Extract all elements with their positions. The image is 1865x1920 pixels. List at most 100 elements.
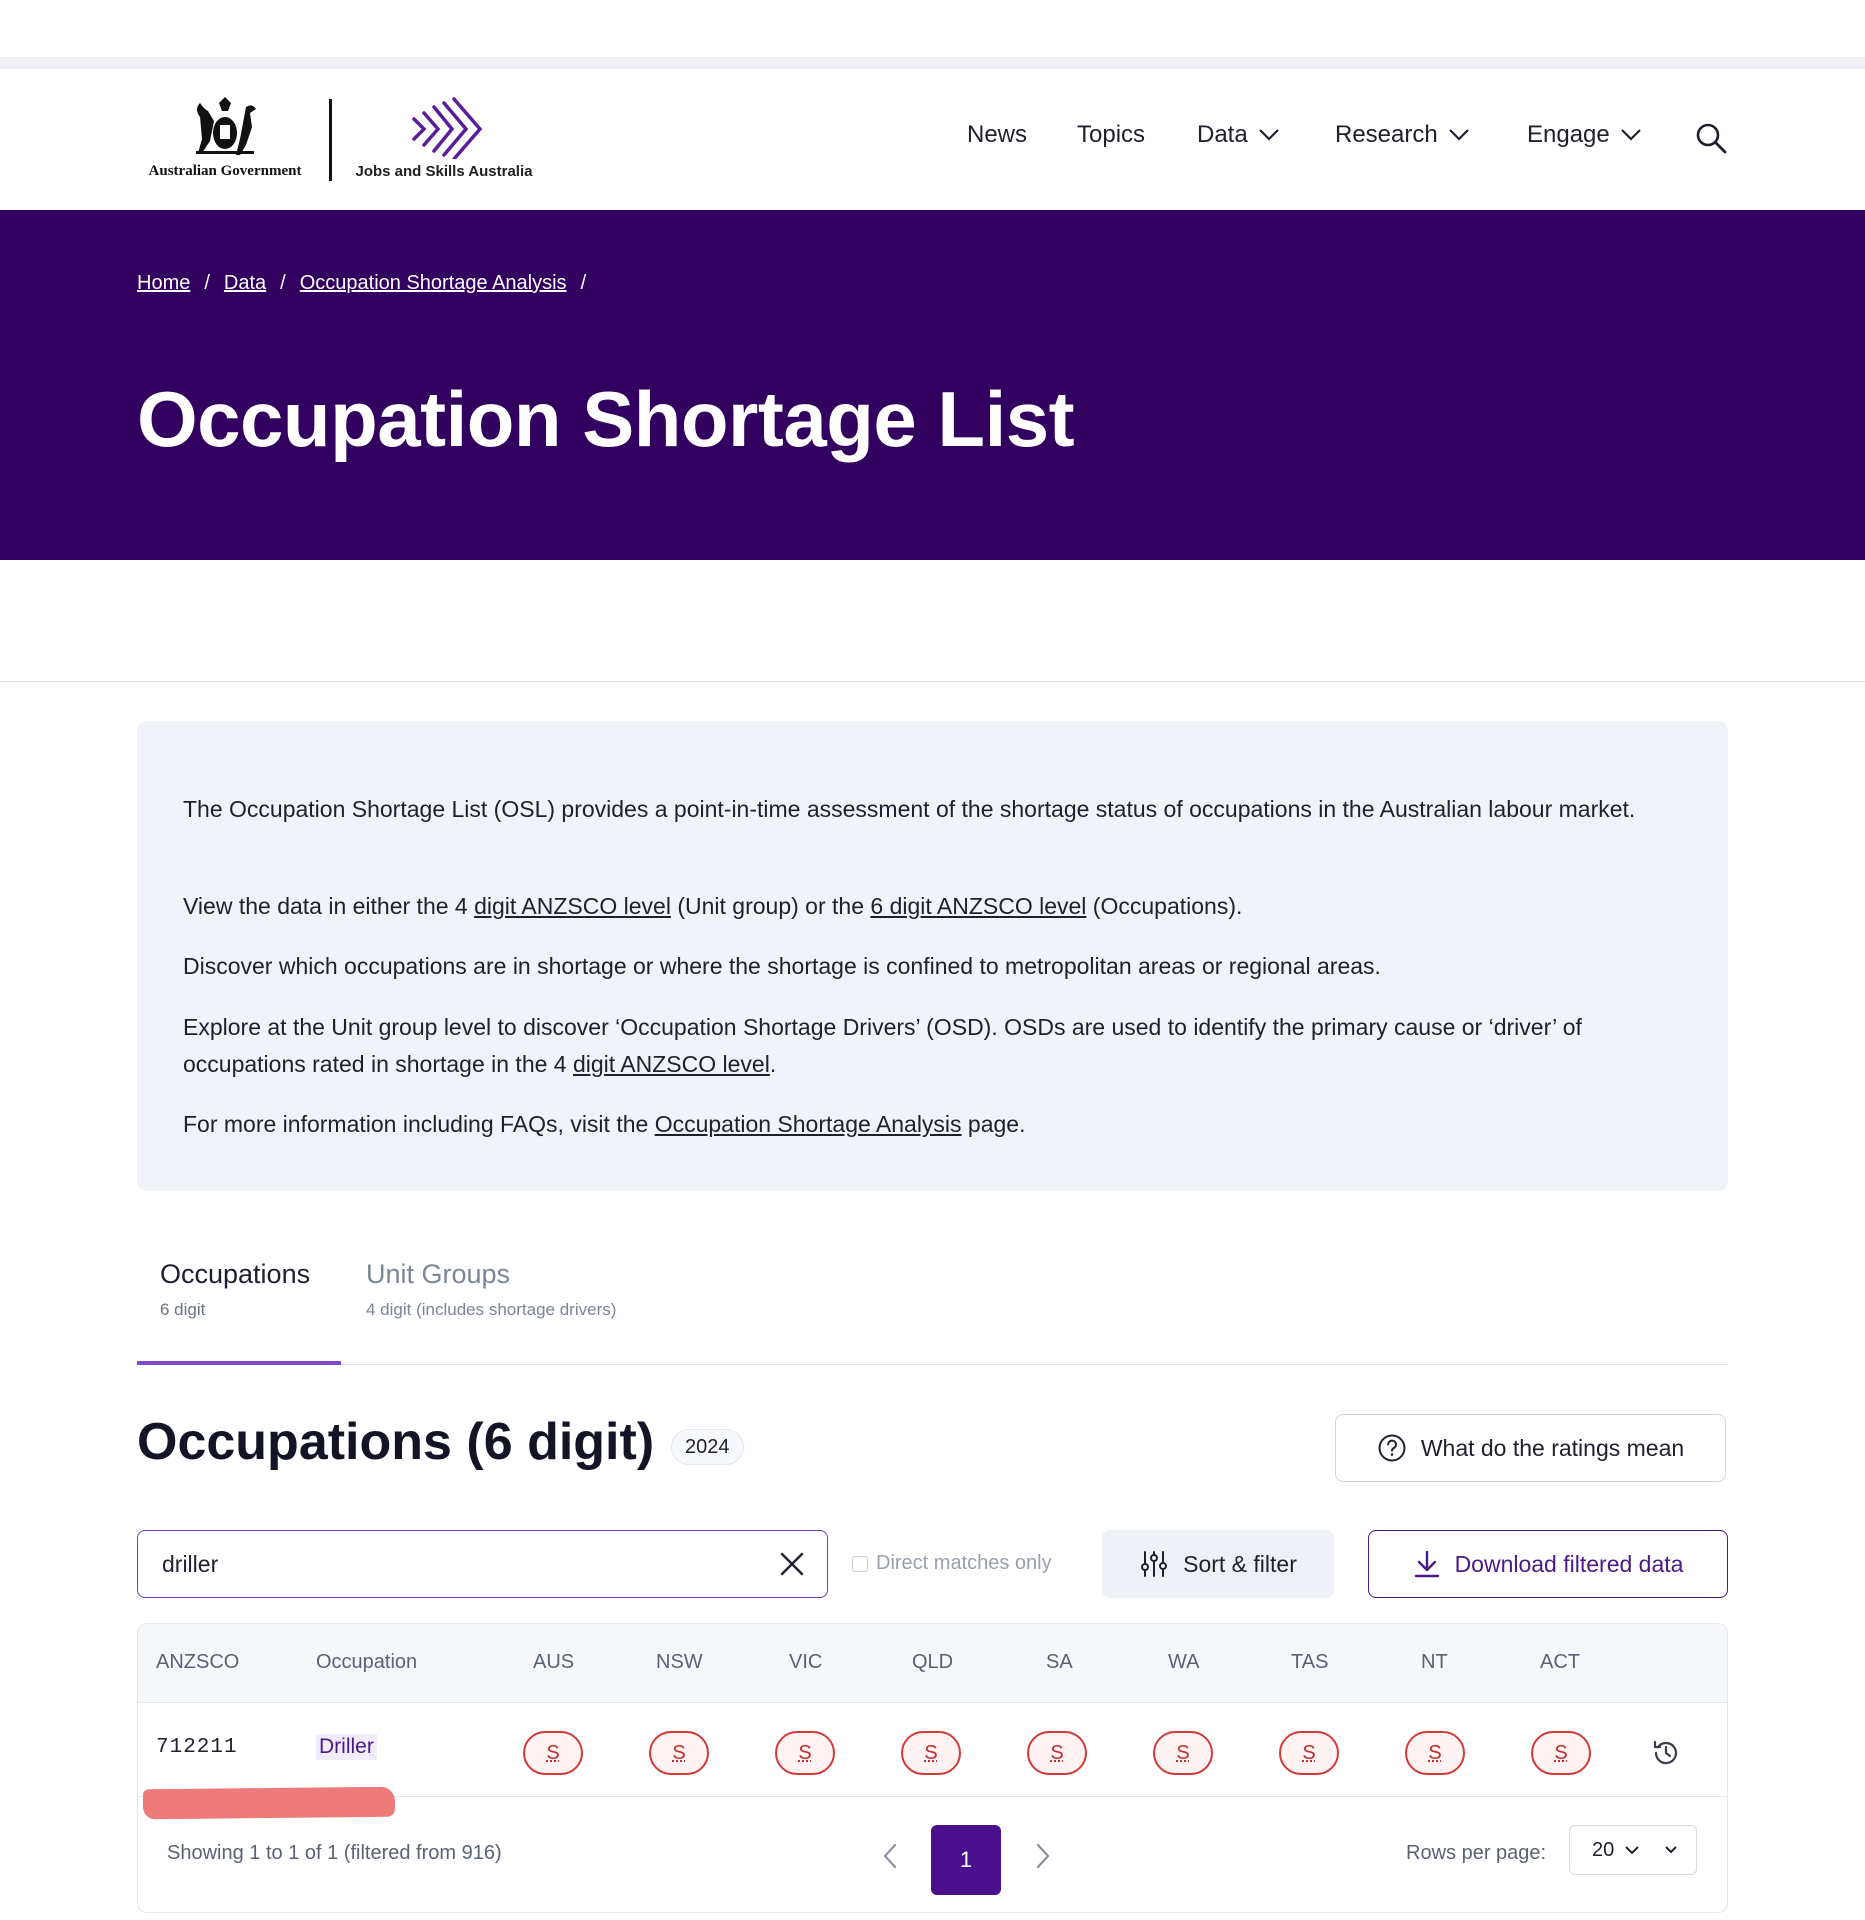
chevron-down-icon	[1448, 129, 1469, 141]
tab-occupations[interactable]: Occupations 6 digit	[160, 1259, 310, 1320]
nav-topics[interactable]: Topics	[1077, 121, 1145, 149]
link-occupation-shortage-analysis[interactable]: Occupation Shortage Analysis	[655, 1111, 962, 1137]
table-row: 712211 Driller S S S S S S S S S	[138, 1702, 1727, 1820]
search-icon[interactable]	[1694, 121, 1728, 155]
column-header-anzsco[interactable]: ANZSCO	[156, 1651, 239, 1674]
nav-research[interactable]: Research	[1335, 121, 1470, 149]
link-4-digit-anzsco[interactable]: digit ANZSCO level	[573, 1051, 770, 1077]
sort-filter-label: Sort & filter	[1183, 1550, 1297, 1577]
australian-government-logo[interactable]: Australian Government	[137, 97, 313, 187]
page-title: Occupation Shortage List	[137, 375, 1075, 463]
column-header-qld[interactable]: QLD	[912, 1651, 953, 1674]
nav-news[interactable]: News	[967, 121, 1027, 149]
sort-filter-button[interactable]: Sort & filter	[1102, 1530, 1334, 1598]
rows-per-page-label: Rows per page:	[1406, 1842, 1547, 1864]
year-badge: 2024	[671, 1429, 744, 1465]
nav-news-label: News	[967, 121, 1028, 148]
column-header-sa[interactable]: SA	[1046, 1651, 1073, 1674]
close-icon[interactable]	[779, 1551, 805, 1577]
download-filtered-button[interactable]: Download filtered data	[1368, 1530, 1728, 1598]
hero-banner: Home / Data / Occupation Shortage Analys…	[0, 210, 1865, 560]
pagination-current-page[interactable]: 1	[931, 1825, 1001, 1895]
download-filtered-label: Download filtered data	[1454, 1550, 1684, 1577]
logo-divider	[329, 99, 332, 181]
tab-unit-groups-label: Unit Groups	[366, 1259, 511, 1289]
nav-data[interactable]: Data	[1197, 121, 1280, 149]
section-title: Occupations (6 digit)	[137, 1413, 655, 1471]
search-input[interactable]	[160, 1531, 764, 1598]
jsa-chevrons-icon	[412, 97, 483, 159]
column-header-occupation[interactable]: Occupation	[316, 1651, 417, 1674]
link-6-digit-anzsco[interactable]: 6 digit ANZSCO level	[870, 893, 1086, 919]
intro-text: (Occupations).	[1086, 893, 1243, 919]
tab-unit-groups-sub: 4 digit (includes shortage drivers)	[366, 1300, 617, 1319]
column-header-act[interactable]: ACT	[1540, 1651, 1580, 1674]
divider	[0, 681, 1865, 682]
help-circle-icon	[1378, 1434, 1406, 1462]
column-header-nt[interactable]: NT	[1421, 1651, 1448, 1674]
column-header-aus[interactable]: AUS	[533, 1651, 574, 1674]
breadcrumb-separator: /	[204, 272, 210, 294]
column-header-nsw[interactable]: NSW	[656, 1651, 703, 1674]
rating-wa[interactable]: S	[1153, 1731, 1213, 1775]
nav-research-label: Research	[1335, 121, 1438, 148]
occupations-table: ANZSCO Occupation AUS NSW VIC QLD SA WA …	[137, 1623, 1728, 1913]
ratings-help-label: What do the ratings mean	[1420, 1434, 1685, 1461]
breadcrumb-separator: /	[280, 272, 286, 294]
history-icon[interactable]	[1651, 1738, 1681, 1768]
direct-matches-checkbox[interactable]	[852, 1555, 868, 1572]
intro-text: View the data in either the 4	[183, 893, 475, 919]
intro-text: page.	[961, 1111, 1026, 1137]
active-tab-indicator	[137, 1361, 341, 1365]
breadcrumb: Home / Data / Occupation Shortage Analys…	[137, 272, 586, 295]
nav-data-label: Data	[1197, 121, 1248, 148]
table-header: ANZSCO Occupation AUS NSW VIC QLD SA WA …	[138, 1624, 1727, 1703]
rating-aus[interactable]: S	[523, 1731, 583, 1775]
results-count: Showing 1 to 1 of 1 (filtered from 916)	[167, 1842, 502, 1864]
jsa-logo-text: Jobs and Skills Australia	[355, 163, 533, 180]
chevron-down-icon	[1625, 1846, 1639, 1855]
jsa-logo[interactable]: Jobs and Skills Australia	[353, 97, 535, 187]
breadcrumb-home[interactable]: Home	[137, 272, 190, 295]
occupation-link[interactable]: Driller	[316, 1734, 377, 1760]
top-strip	[0, 0, 1865, 69]
chevron-down-icon	[1665, 1846, 1677, 1854]
intro-panel: The Occupation Shortage List (OSL) provi…	[137, 721, 1728, 1191]
direct-matches-label: Direct matches only	[876, 1552, 1052, 1574]
intro-paragraph: View the data in either the 4 digit ANZS…	[183, 888, 1683, 925]
link-4-digit-anzsco[interactable]: digit ANZSCO level	[474, 893, 671, 919]
occupation-search	[137, 1530, 828, 1598]
ratings-help-button[interactable]: What do the ratings mean	[1335, 1414, 1726, 1482]
rows-per-page-select[interactable]: 20	[1569, 1825, 1697, 1875]
breadcrumb-osa[interactable]: Occupation Shortage Analysis	[300, 272, 567, 295]
column-header-vic[interactable]: VIC	[789, 1651, 822, 1674]
tab-baseline	[137, 1364, 1728, 1365]
top-strip-bar	[0, 57, 1865, 69]
intro-text: For more information including FAQs, vis…	[183, 1111, 655, 1137]
rating-vic[interactable]: S	[775, 1731, 835, 1775]
rating-tas[interactable]: S	[1279, 1731, 1339, 1775]
breadcrumb-data[interactable]: Data	[224, 272, 266, 295]
intro-paragraph: The Occupation Shortage List (OSL) provi…	[183, 796, 1636, 822]
column-header-wa[interactable]: WA	[1168, 1651, 1199, 1674]
column-header-tas[interactable]: TAS	[1291, 1651, 1328, 1674]
download-icon	[1414, 1550, 1439, 1578]
nav-engage[interactable]: Engage	[1527, 121, 1642, 149]
chevron-right-icon[interactable]	[1033, 1842, 1053, 1870]
rating-act[interactable]: S	[1531, 1731, 1591, 1775]
intro-text: (Unit group) or the	[670, 893, 871, 919]
tab-unit-groups[interactable]: Unit Groups 4 digit (includes shortage d…	[366, 1259, 616, 1320]
chevron-down-icon	[1258, 129, 1279, 141]
rating-qld[interactable]: S	[901, 1731, 961, 1775]
rating-nt[interactable]: S	[1405, 1731, 1465, 1775]
nav-engage-label: Engage	[1527, 121, 1610, 148]
intro-text: .	[769, 1051, 777, 1077]
tab-occupations-sub: 6 digit	[160, 1300, 206, 1319]
direct-matches-toggle[interactable]: Direct matches only	[852, 1552, 1052, 1575]
intro-text: Explore at the Unit group level to disco…	[183, 1014, 1582, 1077]
chevron-left-icon[interactable]	[880, 1842, 900, 1870]
rating-nsw[interactable]: S	[649, 1731, 709, 1775]
intro-paragraph: Explore at the Unit group level to disco…	[183, 1009, 1683, 1083]
table-footer: Showing 1 to 1 of 1 (filtered from 916) …	[138, 1797, 1727, 1912]
rating-sa[interactable]: S	[1027, 1731, 1087, 1775]
